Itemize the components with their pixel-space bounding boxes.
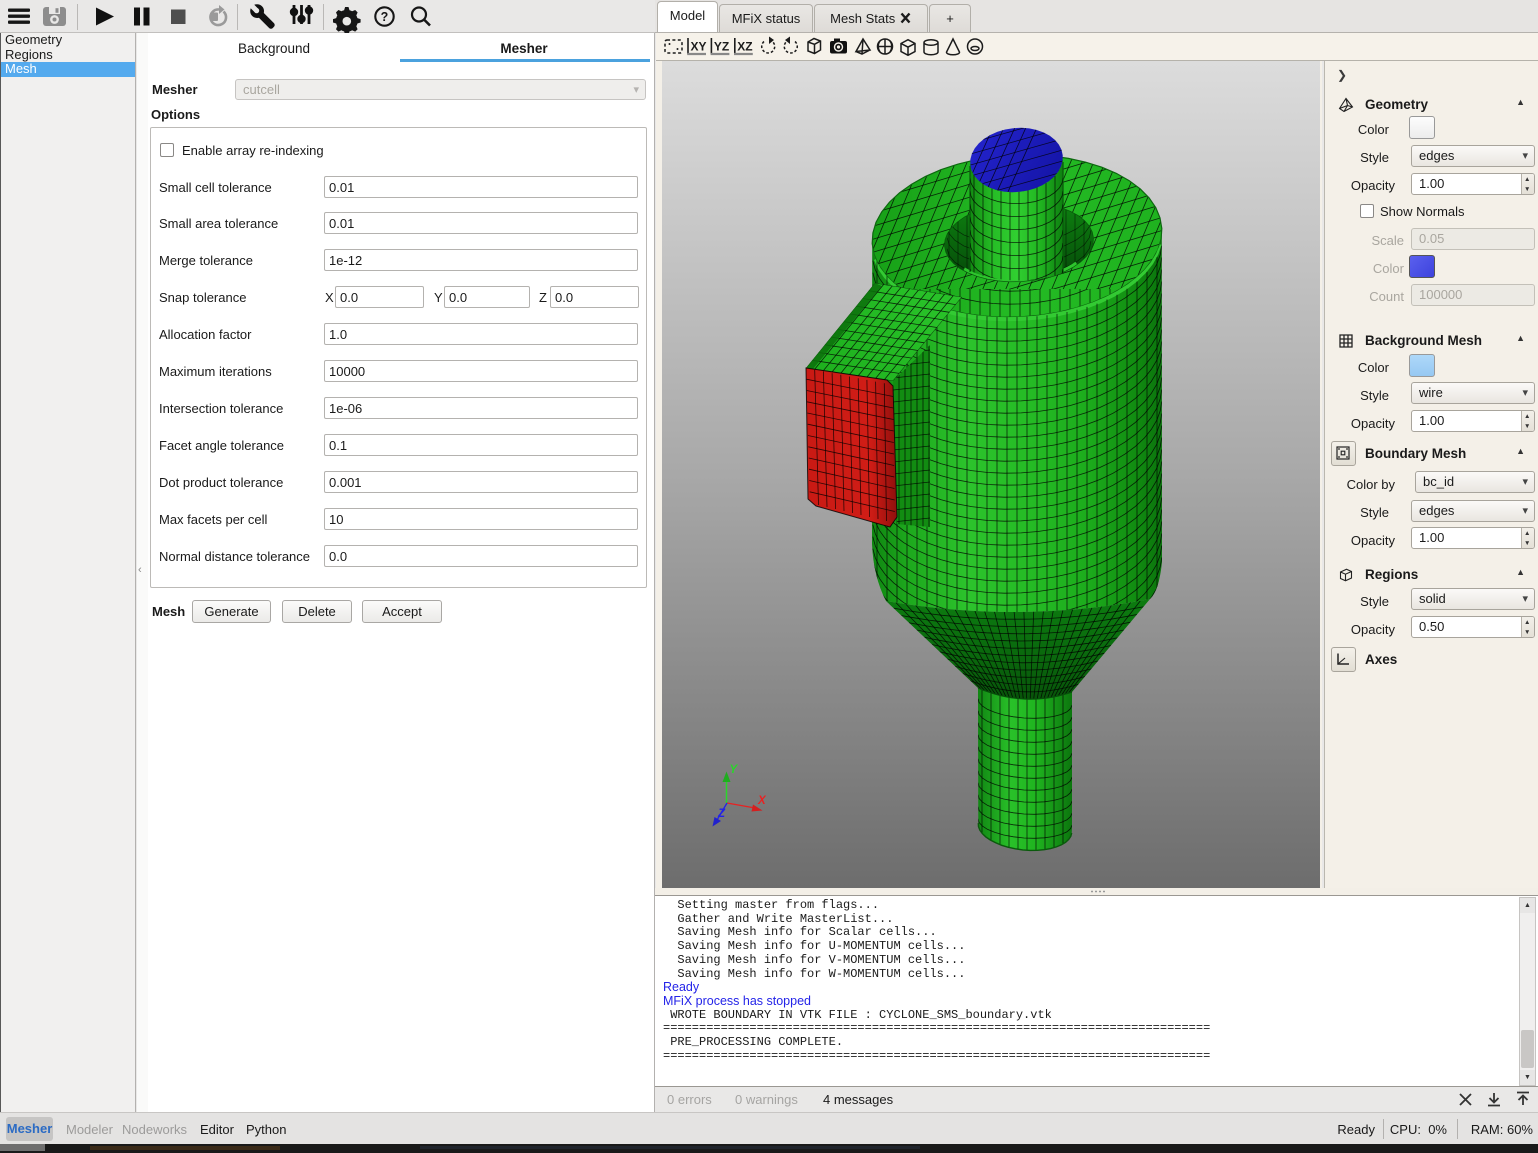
svg-text:X: X <box>757 795 767 807</box>
svg-text:?: ? <box>381 10 389 24</box>
svg-text:Y: Y <box>730 764 739 776</box>
svg-text:YZ: YZ <box>714 40 729 54</box>
svg-text:Z: Z <box>717 808 726 820</box>
svg-text:XY: XY <box>691 40 707 54</box>
svg-text:XZ: XZ <box>737 40 752 54</box>
